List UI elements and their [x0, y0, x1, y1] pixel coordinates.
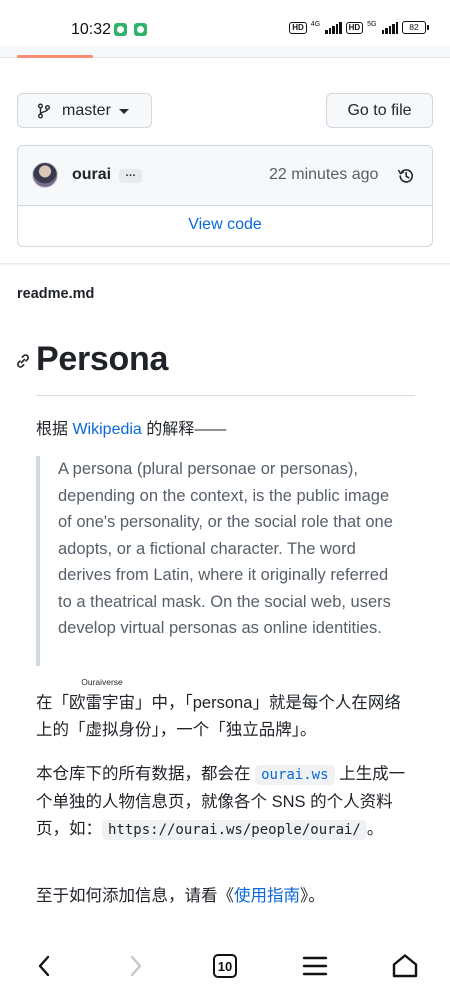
menu-button[interactable] [295, 950, 335, 982]
signal-icon [381, 21, 398, 34]
menu-icon [302, 956, 328, 976]
status-time: 10:32 [71, 21, 112, 38]
intro-prefix: 根据 [36, 421, 73, 438]
paragraph-guide: 至于如何添加信息，请看《使用指南》。 [36, 883, 416, 910]
blockquote-text: A persona (plural personae or personas),… [58, 460, 393, 637]
section-divider [0, 263, 450, 266]
paragraph-repo-data: 本仓库下的所有数据，都会在 ourai.ws 上生成一个单独的人物信息页，就像各… [36, 761, 416, 844]
page-title: Persona [36, 340, 169, 378]
branch-select-button[interactable]: master [17, 93, 152, 128]
latest-commit-box: ourai … 22 minutes ago View code [17, 145, 433, 247]
anchor-link-icon[interactable] [14, 352, 32, 370]
p2-text-before: 本仓库下的所有数据，都会在 [36, 765, 256, 783]
wikipedia-link[interactable]: Wikipedia [72, 421, 141, 438]
active-tab-indicator [17, 55, 93, 58]
p3-text-before: 至于如何添加信息，请看《 [36, 887, 234, 905]
browser-bottom-nav: 10 [0, 940, 450, 1000]
commit-author[interactable]: ourai [72, 166, 111, 184]
git-branch-icon [38, 103, 50, 118]
p1-text-before: 在「 [36, 694, 69, 712]
hd-icon: HD [289, 21, 307, 34]
history-icon[interactable] [397, 167, 415, 185]
back-icon [38, 955, 50, 977]
commit-message-expand-button[interactable]: … [119, 168, 142, 183]
heading-underline [36, 395, 415, 396]
paragraph-persona: 在「 Ouraiverse 欧雷宇宙」中，「persona」就是每个人在网络上的「虚… [36, 677, 416, 744]
tabs-button[interactable]: 10 [205, 950, 245, 982]
intro-paragraph: 根据 Wikipedia 的解释—— [36, 415, 226, 439]
readme-file-name[interactable]: readme.md [17, 286, 94, 302]
forward-button[interactable] [115, 950, 155, 982]
status-bar: 10:32 HD 4G HD 5G 82 [0, 0, 450, 46]
intro-suffix: 的解释—— [141, 421, 227, 438]
ruby-base: 欧雷宇宙 [69, 694, 135, 712]
profile-url-code: https://ourai.ws/people/ourai/ [102, 820, 367, 840]
ruby-annotation: Ouraiverse 欧雷宇宙 [69, 677, 135, 717]
hd-icon: HD [345, 21, 364, 34]
status-indicators: HD 4G HD 5G 82 [289, 21, 429, 34]
home-icon [392, 954, 418, 978]
blockquote: A persona (plural personae or personas),… [36, 456, 406, 666]
p3-text-after: 》。 [300, 887, 325, 905]
forward-icon [130, 955, 142, 977]
avatar[interactable] [32, 162, 58, 188]
p2-text-end: 。 [366, 820, 384, 838]
commit-time[interactable]: 22 minutes ago [269, 166, 378, 184]
view-code-link[interactable]: View code [18, 216, 432, 234]
ourai-ws-code-link[interactable]: ourai.ws [255, 765, 335, 785]
tabs-icon: 10 [213, 954, 237, 978]
network-type-2: 5G [367, 21, 377, 28]
chevron-down-icon [118, 109, 129, 114]
home-button[interactable] [385, 950, 425, 982]
back-button[interactable] [25, 950, 65, 982]
network-type-1: 4G [310, 21, 321, 28]
notification-app-icon [114, 23, 127, 36]
notification-shield-icon [134, 23, 147, 36]
battery-icon: 82 [402, 21, 429, 34]
commit-header: ourai … 22 minutes ago [18, 146, 432, 206]
branch-label: master [62, 101, 111, 119]
usage-guide-link[interactable]: 使用指南 [234, 887, 300, 905]
ruby-text: Ouraiverse [81, 677, 123, 687]
signal-icon [325, 21, 342, 34]
go-to-file-button[interactable]: Go to file [326, 93, 433, 128]
